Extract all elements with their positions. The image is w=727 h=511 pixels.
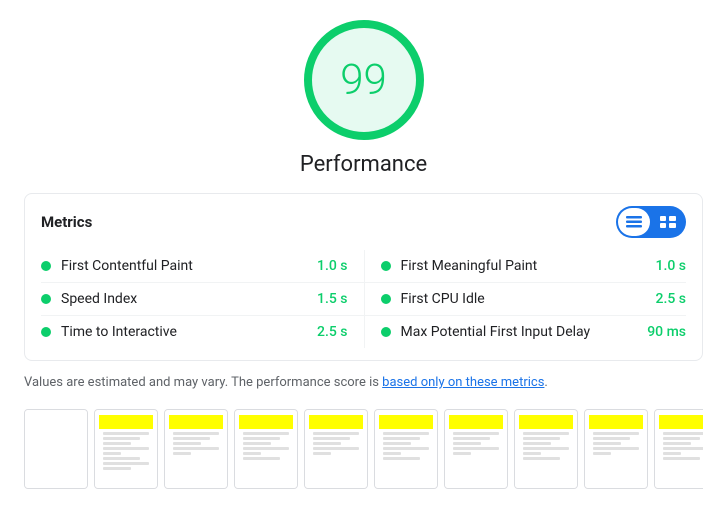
metric-row: Time to Interactive 2.5 s	[41, 316, 364, 348]
disclaimer-link[interactable]: based only on these metrics	[382, 375, 544, 390]
frame-page	[519, 415, 573, 483]
metric-dot	[41, 261, 51, 271]
score-circle: 99	[304, 20, 424, 140]
score-value: 99	[340, 56, 387, 105]
metrics-left-column: First Contentful Paint 1.0 s Speed Index…	[41, 250, 364, 348]
grid-view-button[interactable]	[652, 208, 684, 236]
metrics-section: Metrics First	[24, 193, 703, 361]
frame-content	[235, 410, 297, 488]
frame-content	[95, 410, 157, 488]
metric-row: First CPU Idle 2.5 s	[364, 283, 687, 316]
metric-value: 2.5 s	[317, 324, 348, 340]
frame-content	[445, 410, 507, 488]
filmstrip-frame	[584, 409, 648, 489]
frame-page	[659, 415, 703, 483]
frame-page	[589, 415, 643, 483]
metric-row: Speed Index 1.5 s	[41, 283, 364, 316]
frame-content	[375, 410, 437, 488]
filmstrip-frame	[444, 409, 508, 489]
metric-dot	[41, 327, 51, 337]
view-toggle	[616, 206, 686, 238]
filmstrip-frame	[234, 409, 298, 489]
frame-page	[379, 415, 433, 483]
list-view-button[interactable]	[618, 208, 650, 236]
metric-row: Max Potential First Input Delay 90 ms	[364, 316, 687, 348]
frame-content	[515, 410, 577, 488]
filmstrip-frame	[24, 409, 88, 489]
filmstrip-frame	[654, 409, 703, 489]
frame-content	[305, 410, 367, 488]
metric-dot	[381, 261, 391, 271]
frame-content	[655, 410, 703, 488]
metric-name: Speed Index	[61, 291, 309, 307]
score-label: Performance	[300, 152, 427, 177]
filmstrip-frame	[164, 409, 228, 489]
metric-name: Max Potential First Input Delay	[401, 324, 640, 340]
frame-page	[99, 415, 153, 483]
metric-row: First Contentful Paint 1.0 s	[41, 250, 364, 283]
metric-name: First CPU Idle	[401, 291, 648, 307]
frame-page	[169, 415, 223, 483]
disclaimer-text-after: .	[544, 375, 547, 390]
frame-content	[165, 410, 227, 488]
metric-name: Time to Interactive	[61, 324, 309, 340]
metric-dot	[41, 294, 51, 304]
metric-value: 1.0 s	[656, 258, 687, 274]
metric-dot	[381, 327, 391, 337]
metric-value: 90 ms	[647, 324, 686, 340]
metric-value: 2.5 s	[656, 291, 687, 307]
metrics-title: Metrics	[41, 213, 92, 231]
filmstrip-frame	[94, 409, 158, 489]
disclaimer-text-before: Values are estimated and may vary. The p…	[24, 375, 382, 390]
metrics-grid: First Contentful Paint 1.0 s Speed Index…	[41, 250, 686, 348]
metric-name: First Contentful Paint	[61, 258, 309, 274]
score-section: 99 Performance	[24, 20, 703, 177]
frame-page	[29, 415, 83, 483]
frame-page	[449, 415, 503, 483]
metrics-right-column: First Meaningful Paint 1.0 s First CPU I…	[364, 250, 687, 348]
metric-value: 1.5 s	[317, 291, 348, 307]
metric-dot	[381, 294, 391, 304]
metric-value: 1.0 s	[317, 258, 348, 274]
frame-page	[239, 415, 293, 483]
frame-content	[25, 410, 87, 488]
filmstrip-frame	[304, 409, 368, 489]
metric-row: First Meaningful Paint 1.0 s	[364, 250, 687, 283]
filmstrip-frame	[514, 409, 578, 489]
metric-name: First Meaningful Paint	[401, 258, 648, 274]
frame-content	[585, 410, 647, 488]
disclaimer: Values are estimated and may vary. The p…	[24, 373, 703, 393]
filmstrip	[24, 409, 703, 489]
metrics-header: Metrics	[41, 206, 686, 238]
frame-page	[309, 415, 363, 483]
filmstrip-frame	[374, 409, 438, 489]
